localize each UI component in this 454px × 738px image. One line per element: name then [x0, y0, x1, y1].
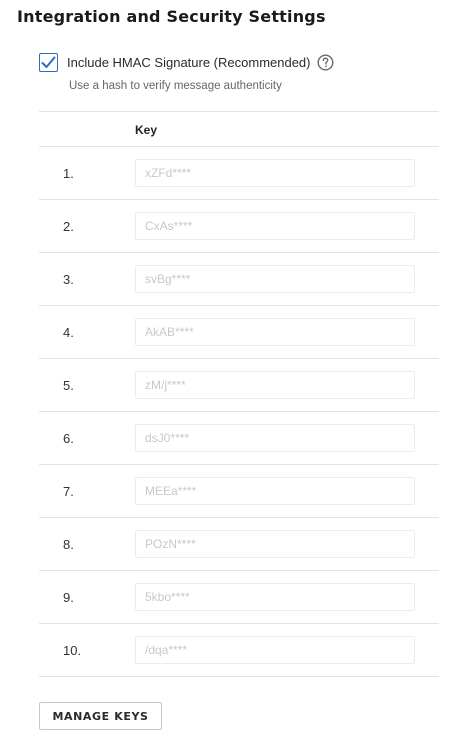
hmac-option: Include HMAC Signature (Recommended) — [39, 52, 334, 72]
key-input[interactable] — [135, 212, 415, 240]
page-title: Integration and Security Settings — [17, 7, 326, 26]
key-input[interactable] — [135, 530, 415, 558]
key-input[interactable] — [135, 265, 415, 293]
key-input[interactable] — [135, 424, 415, 452]
key-input[interactable] — [135, 318, 415, 346]
table-row: 6. — [39, 412, 439, 465]
hmac-label: Include HMAC Signature (Recommended) — [67, 54, 311, 70]
row-index: 10. — [63, 643, 82, 658]
key-input[interactable] — [135, 583, 415, 611]
table-row: 2. — [39, 200, 439, 253]
row-index: 9. — [63, 590, 74, 605]
row-index: 4. — [63, 325, 74, 340]
manage-keys-button[interactable]: MANAGE KEYS — [39, 702, 162, 730]
table-header: Key — [39, 111, 439, 147]
key-input[interactable] — [135, 159, 415, 187]
question-circle-icon[interactable] — [316, 53, 334, 71]
table-row: 1. — [39, 147, 439, 200]
row-index: 3. — [63, 272, 74, 287]
row-index: 7. — [63, 484, 74, 499]
key-input[interactable] — [135, 477, 415, 505]
hmac-checkbox[interactable] — [39, 52, 58, 72]
table-row: 4. — [39, 306, 439, 359]
table-row: 3. — [39, 253, 439, 306]
table-row: 9. — [39, 571, 439, 624]
row-index: 1. — [63, 166, 74, 181]
table-body: 1. 2. 3. 4. 5. 6. 7. 8. 9. 10. — [39, 147, 439, 677]
table-row: 7. — [39, 465, 439, 518]
checkmark-icon — [41, 56, 56, 68]
key-input[interactable] — [135, 636, 415, 664]
key-input[interactable] — [135, 371, 415, 399]
row-index: 5. — [63, 378, 74, 393]
hmac-helper-text: Use a hash to verify message authenticit… — [69, 80, 282, 92]
table-row: 5. — [39, 359, 439, 412]
row-index: 2. — [63, 219, 74, 234]
row-index: 6. — [63, 431, 74, 446]
row-index: 8. — [63, 537, 74, 552]
keys-table: Key 1. 2. 3. 4. 5. 6. 7. 8. 9. 10. — [39, 111, 439, 677]
key-column-header: Key — [135, 123, 158, 137]
table-row: 8. — [39, 518, 439, 571]
table-row: 10. — [39, 624, 439, 677]
